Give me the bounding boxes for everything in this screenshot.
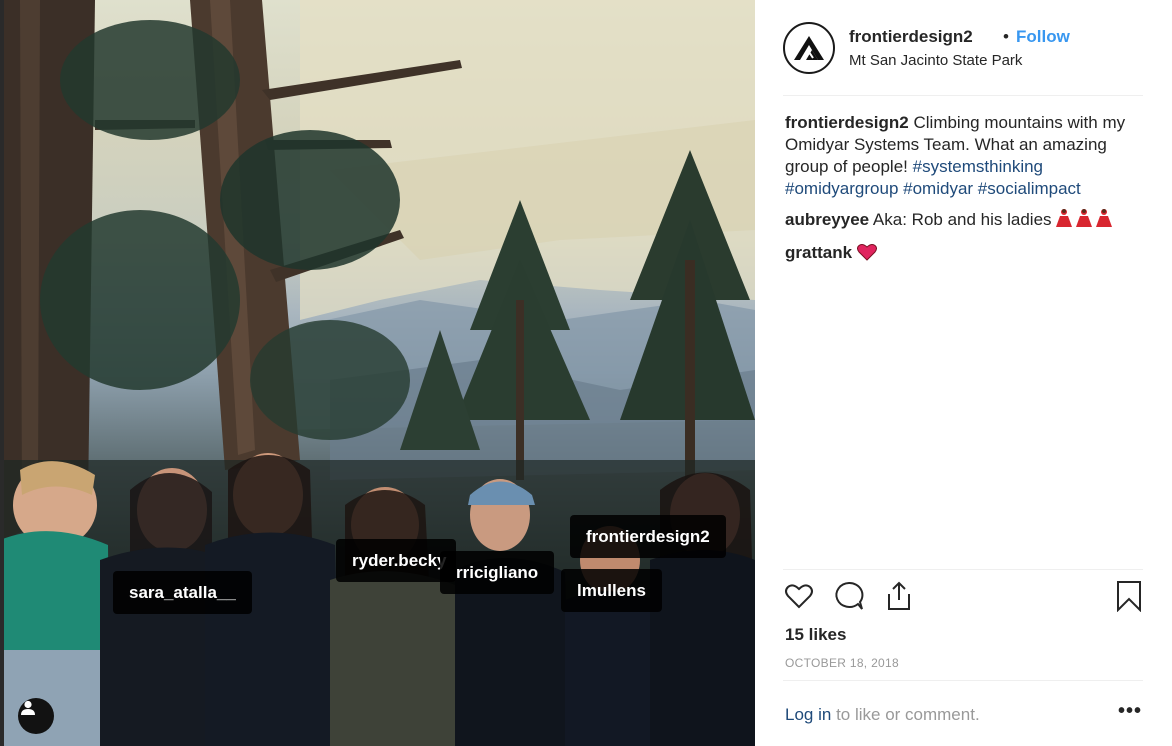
heart-icon[interactable] [783,580,815,612]
avatar[interactable] [783,22,835,74]
header-divider [783,95,1143,96]
post-header: frontierdesign2 • Follow Mt San Jacinto … [783,22,1143,74]
user-tag-frontierdesign2[interactable]: frontierdesign2 [570,515,726,558]
footer-divider [783,680,1143,681]
comment-item: aubreyyee Aka: Rob and his ladies [785,208,1143,234]
comment-username[interactable]: aubreyyee [785,210,869,229]
hashtag-link[interactable]: #socialimpact [978,179,1081,198]
caption-comment: frontierdesign2 Climbing mountains with … [785,112,1143,200]
comment-username[interactable]: frontierdesign2 [785,113,909,132]
photo-edge [0,0,4,746]
post-date[interactable]: OCTOBER 18, 2018 [785,656,899,670]
comments-list: frontierdesign2 Climbing mountains with … [785,112,1143,275]
post-photo[interactable]: sara_atalla__ ryder.becky rricigliano fr… [0,0,755,746]
comment-username[interactable]: grattank [785,243,852,262]
user-tag-lmullens[interactable]: lmullens [561,569,662,612]
comment-item: grattank [785,242,1143,267]
follow-button[interactable]: Follow [1016,27,1070,47]
actions-divider [783,569,1143,570]
post-sidebar: frontierdesign2 • Follow Mt San Jacinto … [755,0,1172,746]
more-options-button[interactable]: ••• [1118,700,1142,723]
login-prompt-text: to like or comment. [836,705,980,724]
comment-icon[interactable] [833,580,865,612]
frontier-logo-icon [794,36,824,60]
red-heart-emoji [856,243,877,267]
user-tag-sara[interactable]: sara_atalla__ [113,571,252,614]
post-author-username[interactable]: frontierdesign2 [849,27,973,47]
login-link[interactable]: Log in [785,705,831,724]
likes-count[interactable]: 15 likes [785,625,846,645]
user-tag-ryder[interactable]: ryder.becky [336,539,456,582]
dancer-emoji [1056,208,1114,234]
person-icon [21,700,35,715]
header-separator: • [1003,27,1009,46]
photo-scene [0,0,755,746]
show-tags-button[interactable] [18,698,54,734]
post-location[interactable]: Mt San Jacinto State Park [849,52,1022,69]
action-bar [783,580,1143,616]
share-icon[interactable] [883,580,915,612]
comment-text: Aka: Rob and his ladies [872,210,1052,229]
hashtag-link[interactable]: #omidyargroup [785,179,898,198]
login-prompt: Log in to like or comment. [785,705,980,725]
user-tag-rricigliano[interactable]: rricigliano [440,551,555,594]
bookmark-icon[interactable] [1115,580,1143,612]
hashtag-link[interactable]: #omidyar [903,179,973,198]
hashtag-link[interactable]: #systemsthinking [913,157,1043,176]
